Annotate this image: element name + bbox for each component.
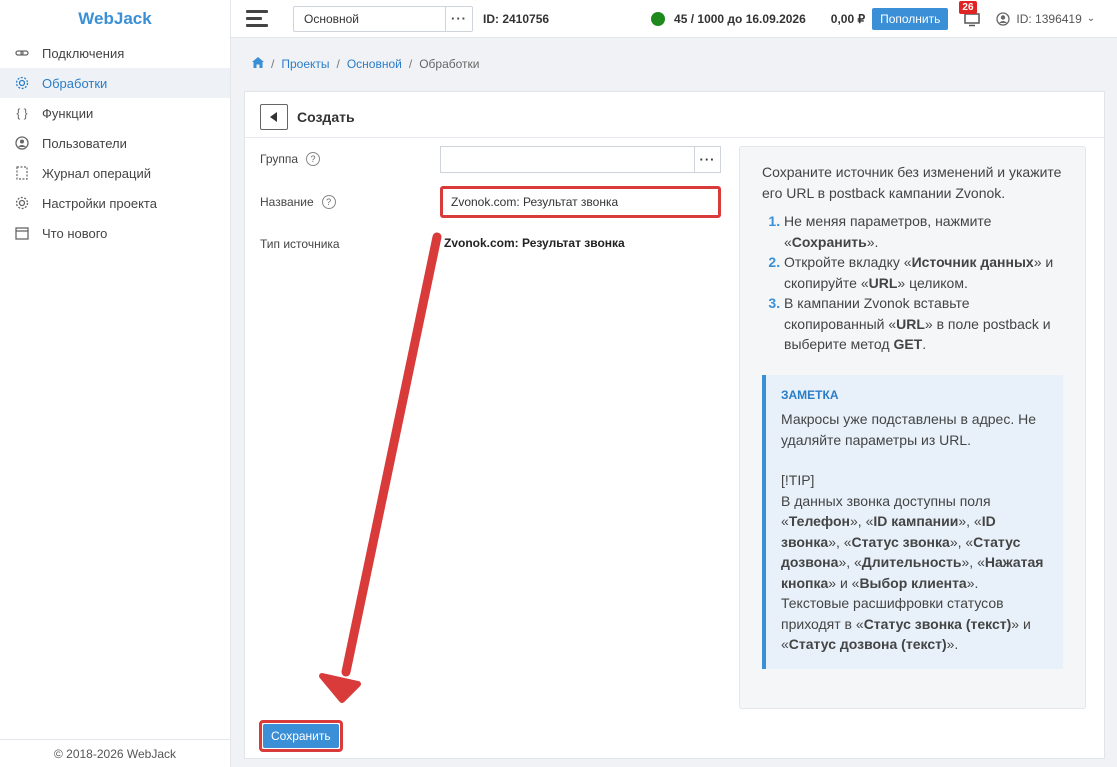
tip-text: В данных звонка доступны поля «Телефон»,… xyxy=(781,492,1044,653)
note-box: ЗАМЕТКА Макросы уже подставлены в адрес.… xyxy=(762,374,1063,669)
sidebar-item-label: Пользователи xyxy=(42,135,127,151)
sidebar-item-4[interactable]: Журнал операций xyxy=(0,158,230,188)
topup-button[interactable]: Пополнить xyxy=(872,7,949,30)
status-indicator xyxy=(651,11,666,26)
sidebar: WebJack Подключения Обработки{ } Функции По… xyxy=(0,0,231,767)
source-type-value: Zvonok.com: Результат звонка xyxy=(444,236,625,250)
project-id: ID: 2410756 xyxy=(483,11,550,26)
sidebar-nav: Подключения Обработки { } Функции Пользовате… xyxy=(0,38,230,248)
note-title: ЗАМЕТКА xyxy=(781,387,839,402)
instructions-steps: Не меняя параметров, нажмите «Сохранить»… xyxy=(762,211,1063,355)
breadcrumb-project[interactable]: Основной xyxy=(347,57,402,71)
sidebar-item-0[interactable]: Подключения xyxy=(0,38,230,68)
step-1: Не меняя параметров, нажмите «Сохранить»… xyxy=(784,211,1063,252)
sidebar-item-label: Функции xyxy=(42,105,94,121)
sidebar-item-label: Журнал операций xyxy=(42,165,151,181)
sidebar-item-label: Что нового xyxy=(42,225,108,241)
tip-marker: [!TIP] xyxy=(781,472,815,488)
instructions-intro: Сохраните источник без изменений и укажи… xyxy=(762,164,1062,201)
user-icon xyxy=(14,135,30,151)
group-select-button[interactable]: ··· xyxy=(694,146,721,173)
name-input[interactable] xyxy=(440,186,721,218)
group-label: Группа? xyxy=(260,152,321,166)
note-text: Макросы уже подставлены в адрес. Не удал… xyxy=(781,411,1037,448)
help-icon[interactable]: ? xyxy=(321,195,336,209)
copyright: © 2018-2026 WebJack xyxy=(0,739,230,767)
chevron-down-icon: ⌄ xyxy=(1086,13,1096,24)
user-menu[interactable]: ID: 1396419 ⌄ xyxy=(996,12,1095,26)
topbar: Основной ··· ID: 2410756 45 / 1000 до 16… xyxy=(231,0,1117,38)
user-id: ID: 1396419 xyxy=(1016,11,1082,26)
usage-limit: 45 / 1000 до 16.09.2026 xyxy=(674,11,806,26)
home-icon[interactable] xyxy=(252,57,264,71)
page-title: Создать xyxy=(297,108,355,125)
create-form-card: Создать Группа? ··· Название? Тип источн… xyxy=(244,91,1105,759)
step-3: В кампании Zvonok вставьте скопированный… xyxy=(784,293,1063,355)
journal-icon xyxy=(14,165,30,181)
settings-icon xyxy=(14,195,30,211)
notifications-count: 26 xyxy=(959,0,977,14)
link-icon xyxy=(14,45,30,61)
back-arrow-icon xyxy=(270,111,277,122)
menu-toggle-icon[interactable] xyxy=(246,10,268,27)
save-highlight: Сохранить xyxy=(259,720,343,752)
group-input[interactable] xyxy=(440,146,694,173)
project-select[interactable]: Основной xyxy=(293,5,445,32)
breadcrumb: / Проекты / Основной / Обработки xyxy=(252,57,480,71)
balance: 0,00 ₽ xyxy=(830,11,866,26)
step-2: Откройте вкладку «Источник данных» и ско… xyxy=(784,252,1063,293)
breadcrumb-current: Обработки xyxy=(419,57,480,71)
window-icon xyxy=(14,225,30,241)
card-header: Создать xyxy=(245,96,1104,138)
project-menu-button[interactable]: ··· xyxy=(445,5,473,32)
help-icon[interactable]: ? xyxy=(306,152,321,166)
sidebar-item-label: Настройки проекта xyxy=(42,195,157,211)
name-label: Название? xyxy=(260,195,336,209)
breadcrumb-projects[interactable]: Проекты xyxy=(281,57,329,71)
braces-icon: { } xyxy=(16,106,28,120)
sidebar-item-6[interactable]: Что нового xyxy=(0,218,230,248)
notifications-bell-icon[interactable]: 26 xyxy=(959,0,981,28)
gear-icon xyxy=(14,75,30,91)
sidebar-item-1[interactable]: Обработки xyxy=(0,68,230,98)
sidebar-item-label: Подключения xyxy=(42,45,125,61)
save-button[interactable]: Сохранить xyxy=(263,724,339,748)
sidebar-item-label: Обработки xyxy=(42,75,108,91)
sidebar-item-5[interactable]: Настройки проекта xyxy=(0,188,230,218)
app-logo[interactable]: WebJack xyxy=(0,0,230,38)
instructions-panel: Сохраните источник без изменений и укажи… xyxy=(739,146,1086,709)
sidebar-item-2[interactable]: { } Функции xyxy=(0,98,230,128)
source-type-label: Тип источника xyxy=(260,237,340,251)
user-avatar-icon xyxy=(996,11,1011,26)
sidebar-item-3[interactable]: Пользователи xyxy=(0,128,230,158)
back-button[interactable] xyxy=(260,103,288,130)
